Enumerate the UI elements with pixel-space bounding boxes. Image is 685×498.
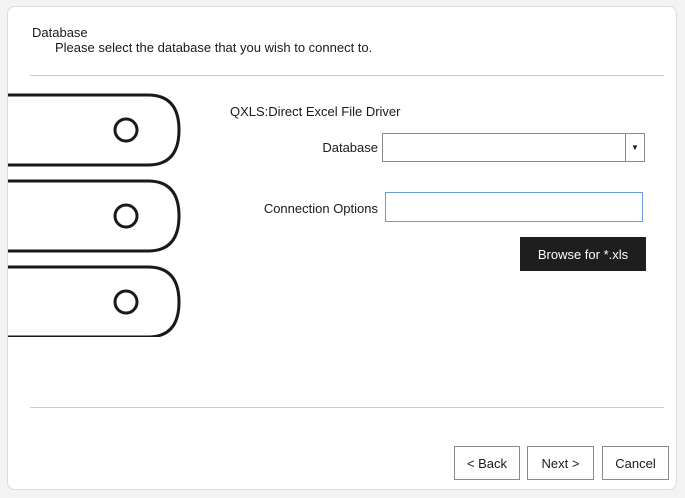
connection-options-label: Connection Options [263, 201, 378, 216]
page-subtitle: Please select the database that you wish… [55, 40, 373, 55]
connection-options-input[interactable] [385, 192, 643, 222]
database-disks-icon [8, 93, 181, 337]
wizard-dialog: Database Please select the database that… [7, 6, 677, 490]
footer-divider [30, 407, 664, 408]
next-button[interactable]: Next > [527, 446, 594, 480]
cancel-button[interactable]: Cancel [602, 446, 669, 480]
browse-button[interactable]: Browse for *.xls [520, 237, 646, 271]
back-button[interactable]: < Back [454, 446, 520, 480]
header-divider [30, 75, 664, 76]
dropdown-button[interactable]: ▼ [625, 134, 644, 161]
page-title: Database [32, 25, 88, 40]
database-label: Database [322, 140, 378, 155]
driver-name: QXLS:Direct Excel File Driver [230, 104, 401, 119]
chevron-down-icon: ▼ [631, 143, 639, 152]
database-select[interactable]: ▼ [382, 133, 645, 162]
